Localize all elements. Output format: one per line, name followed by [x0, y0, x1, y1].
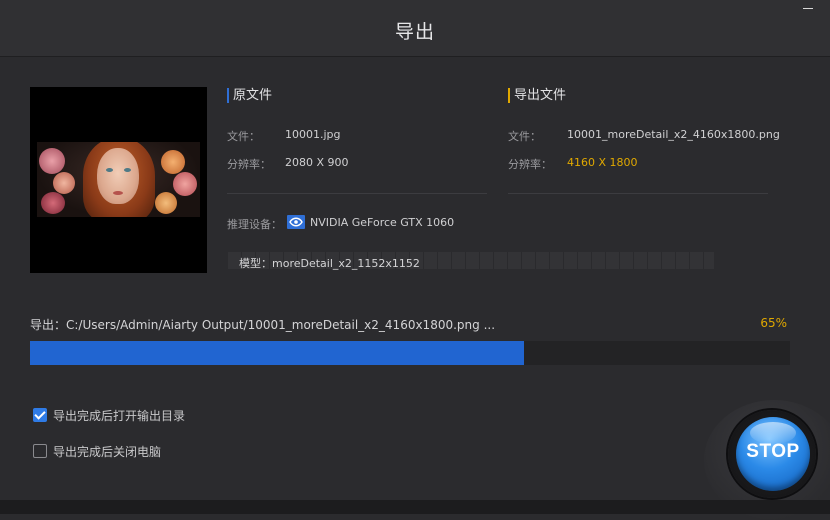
shutdown-checkbox[interactable] — [33, 444, 47, 458]
device-value: NVIDIA GeForce GTX 1060 — [310, 216, 455, 229]
source-file-heading: 原文件 — [227, 88, 272, 103]
preview-thumbnail — [30, 87, 207, 273]
output-file-label: 文件： — [508, 130, 541, 143]
output-file-value: 10001_moreDetail_x2_4160x1800.png — [567, 128, 780, 141]
shutdown-label[interactable]: 导出完成后关闭电脑 — [53, 443, 161, 460]
preview-image — [37, 142, 200, 217]
minimize-icon[interactable] — [803, 8, 813, 9]
source-resolution-label: 分辨率： — [227, 158, 271, 171]
stop-button[interactable]: STOP — [736, 417, 810, 491]
divider — [508, 193, 768, 194]
output-resolution-label: 分辨率： — [508, 158, 552, 171]
source-resolution-value: 2080 X 900 — [285, 156, 349, 169]
stop-button-label: STOP — [746, 441, 800, 462]
open-folder-label[interactable]: 导出完成后打开输出目录 — [53, 407, 185, 424]
progress-fill — [30, 341, 524, 365]
window-title: 导出 — [394, 21, 435, 43]
progress-bar — [30, 341, 790, 365]
divider — [227, 193, 487, 194]
title-bar: 导出 — [0, 0, 830, 57]
output-file-heading: 导出文件 — [508, 88, 566, 103]
model-value: 模型：moreDetail_x2_1152x1152 — [239, 257, 420, 270]
open-folder-checkbox[interactable] — [33, 408, 47, 422]
source-file-label: 文件： — [227, 130, 260, 143]
device-label: 推理设备： — [227, 218, 282, 231]
window-bottom-edge — [0, 500, 830, 514]
source-file-value: 10001.jpg — [285, 128, 341, 141]
progress-label: 导出：C:/Users/Admin/Aiarty Output/10001_mo… — [30, 318, 496, 332]
progress-percent: 65% — [760, 316, 787, 330]
nvidia-icon — [287, 214, 305, 229]
checkmark-icon — [34, 408, 46, 420]
output-resolution-value: 4160 X 1800 — [567, 156, 638, 169]
